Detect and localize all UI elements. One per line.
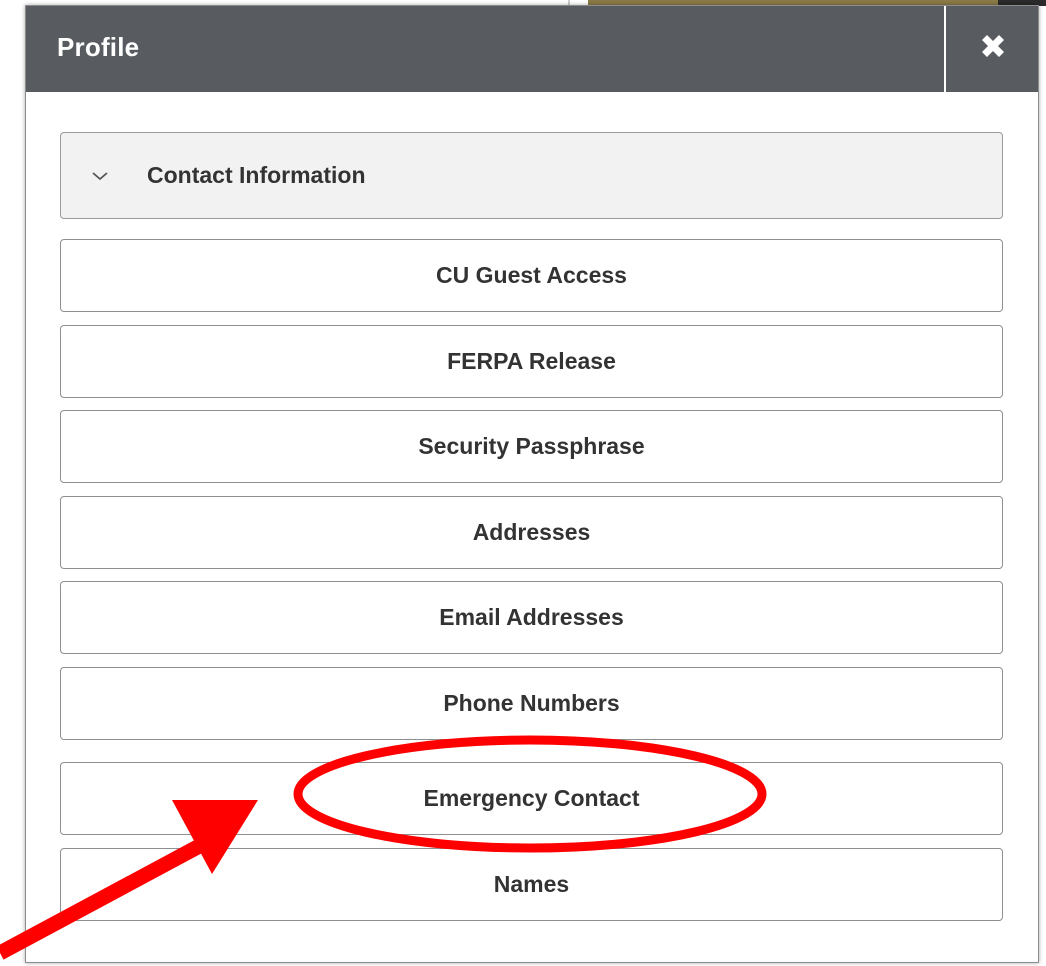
modal-title: Profile <box>57 32 140 62</box>
email-addresses-button[interactable]: Email Addresses <box>60 581 1003 654</box>
phone-numbers-button[interactable]: Phone Numbers <box>60 667 1003 740</box>
close-button[interactable] <box>944 6 1038 92</box>
close-x-icon <box>982 35 1004 57</box>
addresses-button[interactable]: Addresses <box>60 496 1003 569</box>
cu-guest-access-button[interactable]: CU Guest Access <box>60 239 1003 312</box>
accordion-label: Contact Information <box>147 162 366 188</box>
names-button[interactable]: Names <box>60 848 1003 921</box>
security-passphrase-button[interactable]: Security Passphrase <box>60 410 1003 483</box>
contact-information-accordion[interactable]: Contact Information <box>60 132 1003 219</box>
emergency-contact-button[interactable]: Emergency Contact <box>60 762 1003 835</box>
ferpa-release-button[interactable]: FERPA Release <box>60 325 1003 398</box>
profile-modal: Profile Contact Information CU Guest Acc… <box>25 5 1039 963</box>
modal-header: Profile <box>26 6 1038 92</box>
chevron-down-icon <box>92 172 108 181</box>
